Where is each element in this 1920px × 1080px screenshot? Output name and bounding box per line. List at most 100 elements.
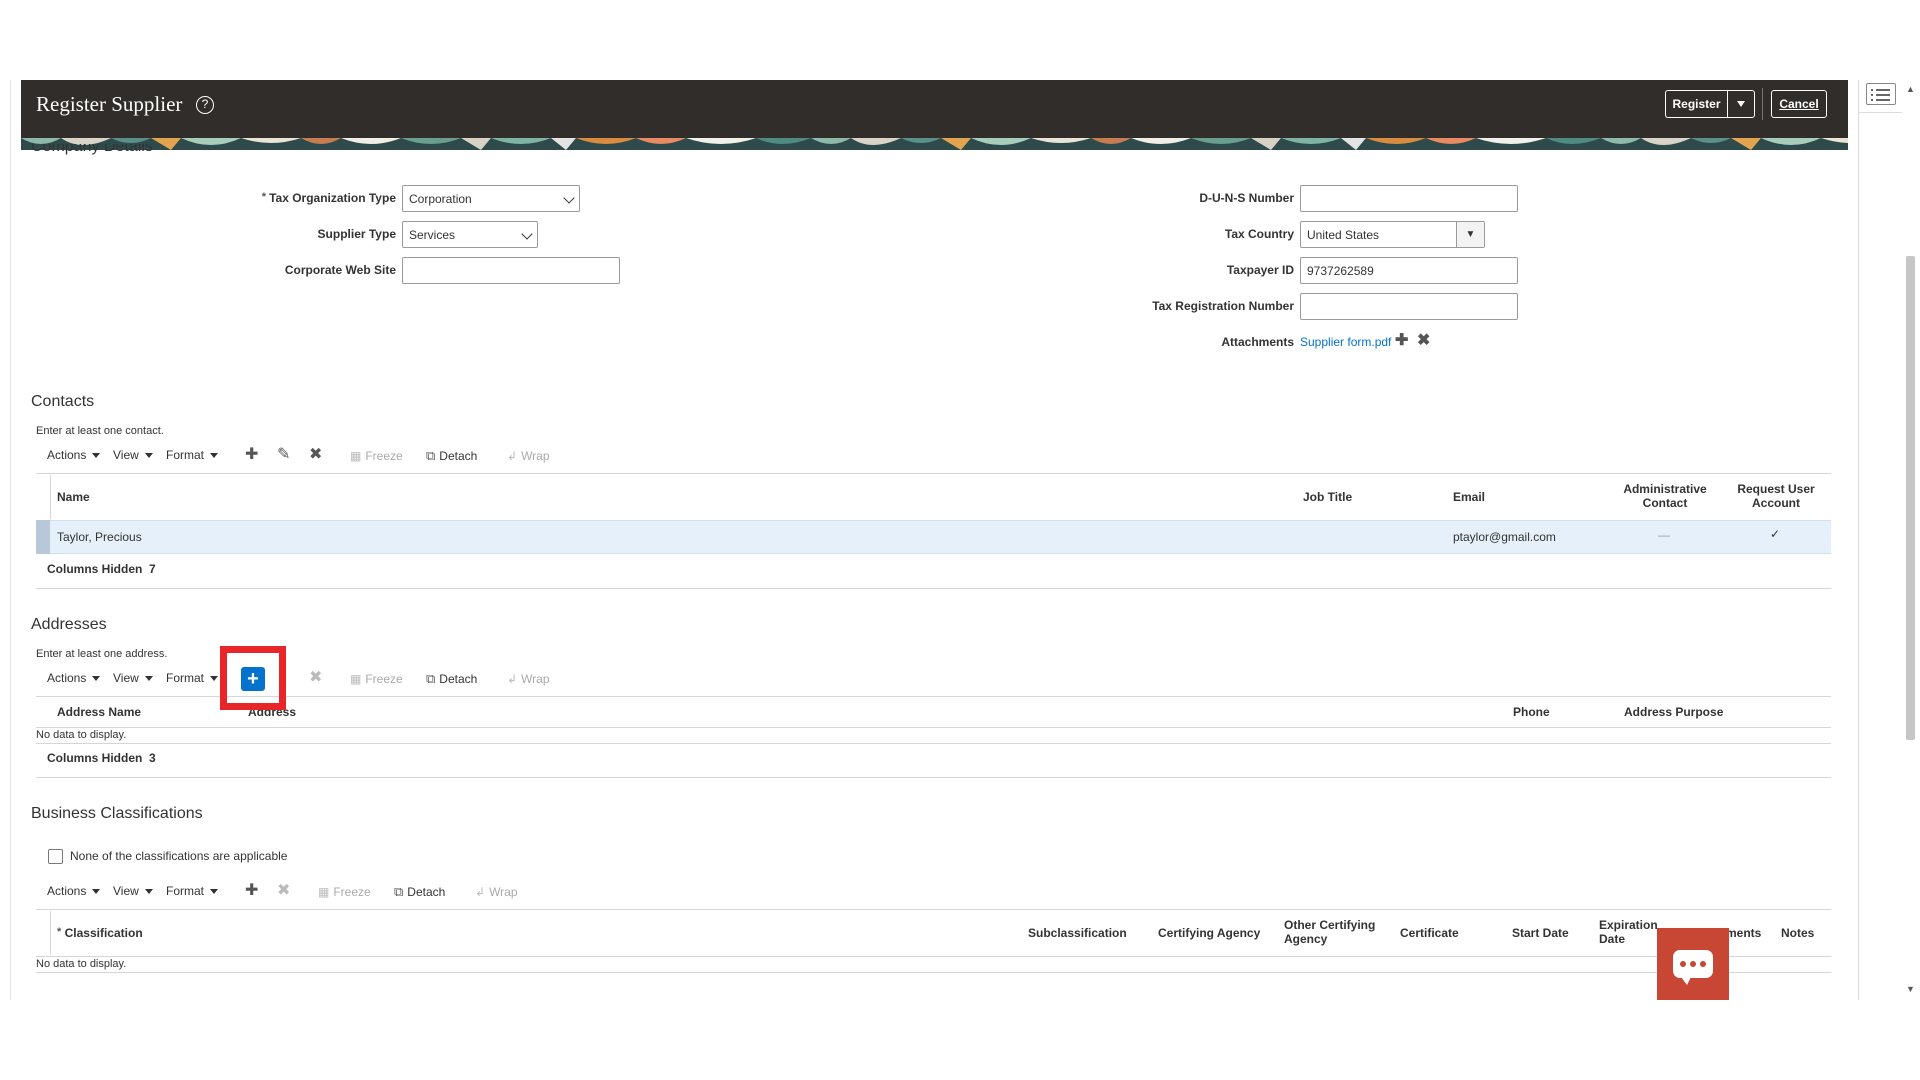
classifications-actions-menu[interactable]: Actions bbox=[47, 884, 101, 898]
col-header-expiration-date[interactable]: Expiration Date bbox=[1599, 918, 1658, 946]
wrap-icon: ↲ bbox=[507, 672, 518, 686]
contacts-format-menu[interactable]: Format bbox=[166, 448, 219, 462]
addresses-format-menu[interactable]: Format bbox=[166, 671, 219, 685]
freeze-icon: ▦ bbox=[350, 449, 362, 463]
col-header-notes[interactable]: Notes bbox=[1781, 926, 1814, 940]
table-row[interactable] bbox=[36, 520, 1831, 554]
task-list-icon[interactable] bbox=[1866, 83, 1896, 105]
section-title-contacts: Contacts bbox=[31, 393, 95, 410]
format-label: Format bbox=[166, 448, 205, 462]
cancel-button[interactable]: Cancel bbox=[1771, 90, 1827, 118]
scrollbar-thumb[interactable] bbox=[1906, 256, 1915, 740]
add-classification-icon[interactable]: ✚ bbox=[245, 883, 258, 899]
register-menu-button[interactable] bbox=[1727, 90, 1755, 118]
delete-icon[interactable]: ✖ bbox=[309, 670, 322, 686]
duns-input[interactable] bbox=[1300, 185, 1518, 212]
supplier-type-select[interactable]: Services bbox=[402, 221, 538, 248]
caret-down-icon bbox=[210, 452, 219, 458]
divider bbox=[36, 696, 1831, 697]
addresses-actions-menu[interactable]: Actions bbox=[47, 671, 101, 685]
contacts-actions-menu[interactable]: Actions bbox=[47, 448, 101, 462]
taxpayer-id-label: Taxpayer ID bbox=[1226, 263, 1294, 277]
request-account-line2: Account bbox=[1752, 496, 1800, 510]
col-header-admin-contact[interactable]: Administrative Contact bbox=[1610, 482, 1720, 510]
tax-org-type-value: Corporation bbox=[409, 191, 472, 206]
wrap-icon: ↲ bbox=[507, 449, 518, 463]
duns-label: D-U-N-S Number bbox=[1199, 191, 1294, 205]
register-button[interactable]: Register bbox=[1665, 90, 1727, 118]
add-attachment-icon[interactable]: ✚ bbox=[1395, 333, 1408, 349]
delete-icon[interactable]: ✖ bbox=[309, 447, 322, 463]
divider bbox=[36, 909, 1831, 910]
delete-attachment-icon[interactable]: ✖ bbox=[1417, 333, 1430, 349]
addresses-detach-button[interactable]: ⧉ Detach bbox=[426, 671, 477, 687]
page-title: Register Supplier bbox=[36, 92, 183, 116]
scroll-up-icon[interactable]: ▲ bbox=[1906, 84, 1915, 94]
tax-country-value: United States bbox=[1307, 227, 1380, 242]
col-header-certificate[interactable]: Certificate bbox=[1400, 926, 1459, 940]
web-site-input[interactable] bbox=[402, 257, 620, 284]
col-header-classification[interactable]: * Classification bbox=[57, 926, 143, 940]
delete-icon[interactable]: ✖ bbox=[277, 883, 290, 899]
contacts-freeze-button[interactable]: ▦ Freeze bbox=[350, 448, 403, 464]
classifications-format-menu[interactable]: Format bbox=[166, 884, 219, 898]
tax-country-label: Tax Country bbox=[1224, 227, 1294, 241]
addresses-view-menu[interactable]: View bbox=[113, 671, 153, 685]
col-header-address-purpose[interactable]: Address Purpose bbox=[1624, 705, 1723, 719]
none-applicable-checkbox[interactable] bbox=[48, 849, 63, 864]
chat-assistant-button[interactable] bbox=[1657, 928, 1729, 1000]
addresses-columns-hidden[interactable]: Columns Hidden 3 bbox=[47, 751, 156, 765]
divider bbox=[36, 956, 1831, 957]
col-header-start-date[interactable]: Start Date bbox=[1512, 926, 1569, 940]
dropdown-arrow-icon[interactable]: ▼ bbox=[1456, 222, 1484, 247]
tax-country-combobox[interactable]: United States ▼ bbox=[1300, 221, 1485, 248]
wrap-label: Wrap bbox=[521, 449, 550, 463]
classifications-view-menu[interactable]: View bbox=[113, 884, 153, 898]
col-header-attachments[interactable]: ments bbox=[1726, 926, 1761, 940]
col-header-job-title[interactable]: Job Title bbox=[1303, 490, 1352, 504]
page-header bbox=[21, 80, 1848, 138]
contacts-view-menu[interactable]: View bbox=[113, 448, 153, 462]
detach-label: Detach bbox=[439, 449, 478, 463]
contact-email-cell: ptaylor@gmail.com bbox=[1453, 530, 1556, 544]
contacts-detach-button[interactable]: ⧉ Detach bbox=[426, 448, 477, 464]
edit-pencil-icon[interactable]: ✎ bbox=[277, 447, 290, 463]
taxpayer-id-input[interactable]: 9737262589 bbox=[1300, 257, 1518, 284]
add-address-button[interactable]: + bbox=[241, 667, 265, 691]
help-icon[interactable]: ? bbox=[196, 96, 214, 114]
column-divider bbox=[50, 911, 51, 955]
view-label: View bbox=[113, 671, 139, 685]
col-header-request-account[interactable]: Request User Account bbox=[1725, 482, 1827, 510]
col-header-name[interactable]: Name bbox=[57, 490, 90, 504]
col-header-email[interactable]: Email bbox=[1453, 490, 1485, 504]
classifications-freeze-button[interactable]: ▦ Freeze bbox=[318, 884, 371, 900]
col-header-phone[interactable]: Phone bbox=[1513, 705, 1550, 719]
col-header-address-name[interactable]: Address Name bbox=[57, 705, 141, 719]
tax-org-type-select[interactable]: Corporation bbox=[402, 185, 580, 212]
classifications-wrap-button[interactable]: ↲ Wrap bbox=[475, 884, 518, 900]
col-header-certifying-agency[interactable]: Certifying Agency bbox=[1158, 926, 1260, 940]
section-title-addresses: Addresses bbox=[31, 616, 107, 633]
divider bbox=[36, 972, 1831, 973]
chat-bubble-icon bbox=[1673, 950, 1713, 985]
freeze-label: Freeze bbox=[333, 885, 371, 899]
tax-registration-input[interactable] bbox=[1300, 293, 1518, 320]
add-contact-icon[interactable]: ✚ bbox=[245, 447, 258, 463]
scroll-down-icon[interactable]: ▼ bbox=[1906, 984, 1915, 994]
caret-down-icon bbox=[144, 452, 153, 458]
col-header-subclassification[interactable]: Subclassification bbox=[1028, 926, 1127, 940]
divider bbox=[36, 727, 1831, 728]
admin-contact-line1: Administrative bbox=[1623, 482, 1707, 496]
actions-label: Actions bbox=[47, 448, 87, 462]
col-header-other-agency[interactable]: Other Certifying Agency bbox=[1284, 918, 1375, 946]
view-label: View bbox=[113, 884, 139, 898]
view-label: View bbox=[113, 448, 139, 462]
contacts-columns-hidden[interactable]: Columns Hidden 7 bbox=[47, 562, 156, 576]
addresses-freeze-button[interactable]: ▦ Freeze bbox=[350, 671, 403, 687]
classifications-detach-button[interactable]: ⧉ Detach bbox=[394, 884, 445, 900]
contact-name-cell: Taylor, Precious bbox=[57, 530, 142, 544]
attachment-link[interactable]: Supplier form.pdf bbox=[1300, 335, 1391, 349]
other-agency-line1: Other Certifying bbox=[1284, 918, 1376, 932]
addresses-wrap-button[interactable]: ↲ Wrap bbox=[507, 671, 550, 687]
contacts-wrap-button[interactable]: ↲ Wrap bbox=[507, 448, 550, 464]
